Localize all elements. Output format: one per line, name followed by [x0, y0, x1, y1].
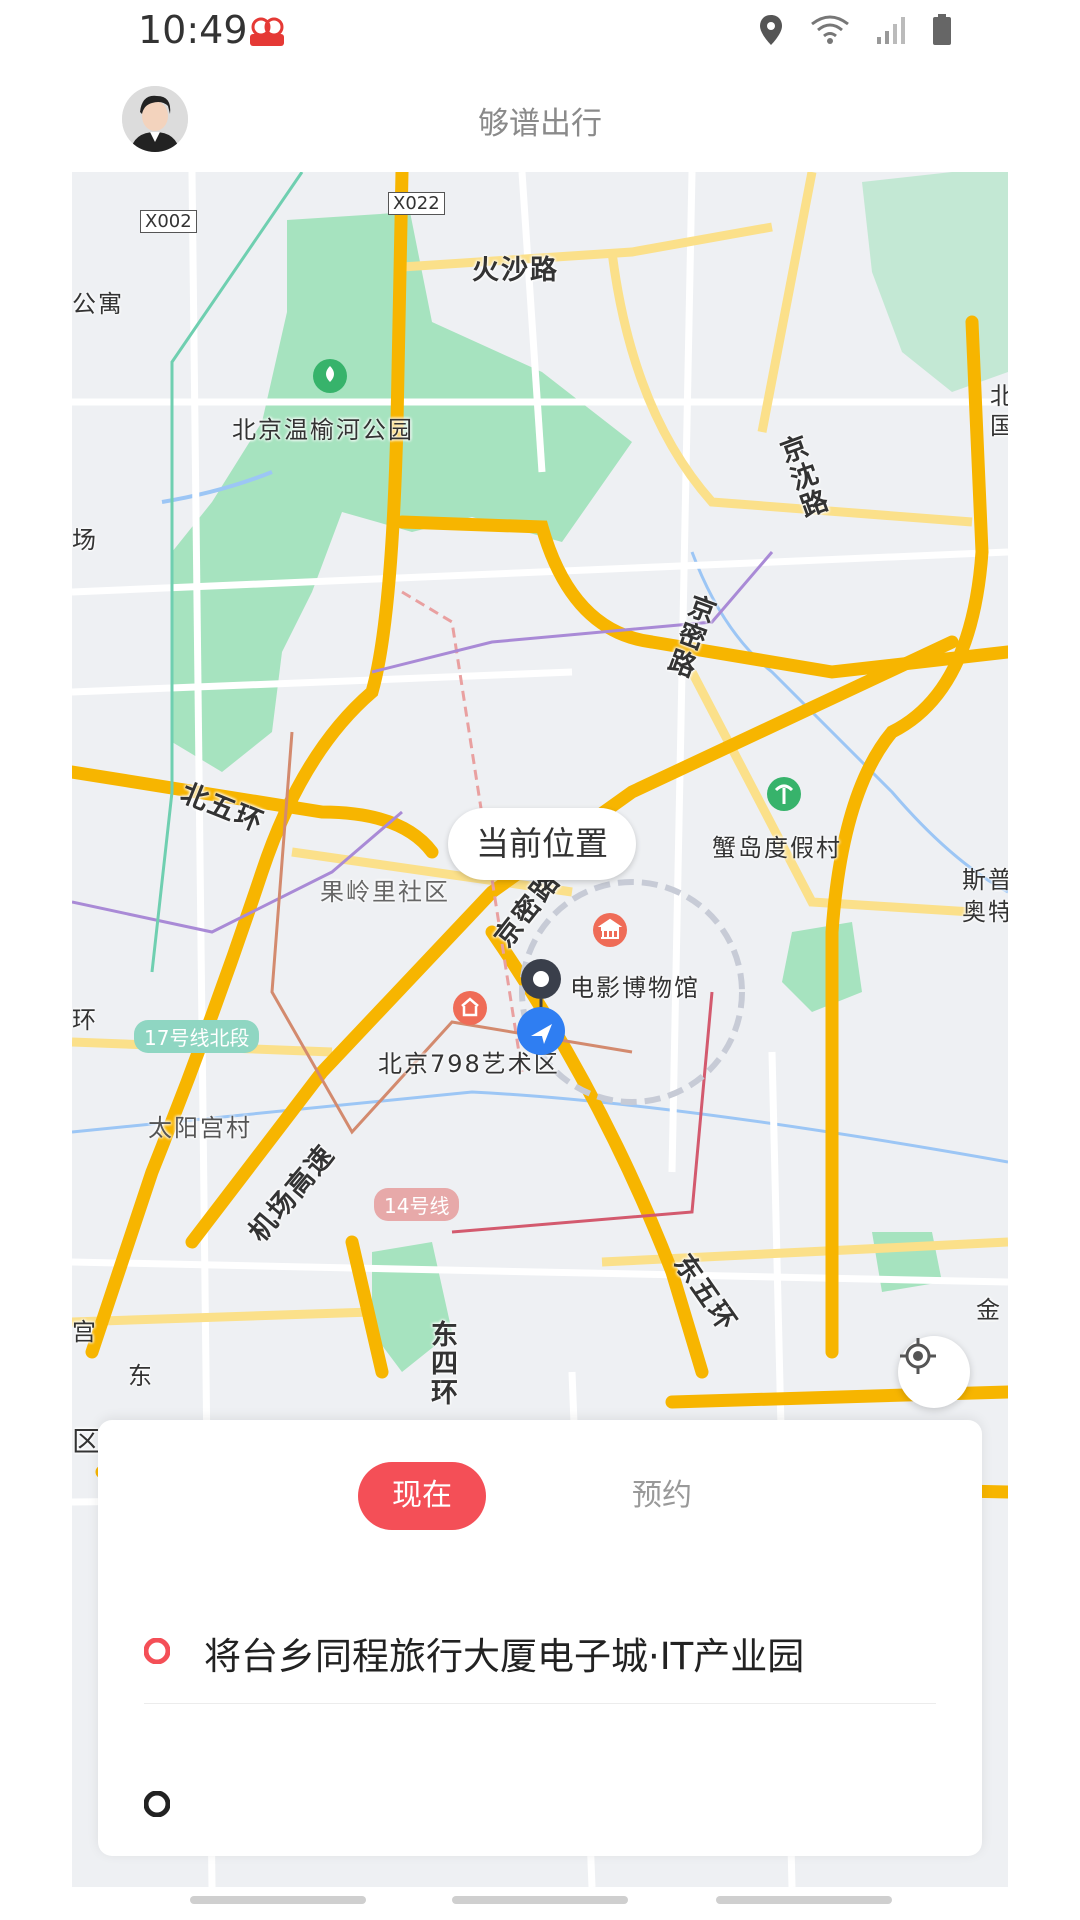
map-label-x022: X022 — [388, 192, 445, 215]
map-label-taiyanggong: 太阳宫村 — [148, 1114, 252, 1142]
pickup-row[interactable]: 将台乡同程旅行大厦电子城·IT产业园 — [143, 1600, 936, 1700]
tab-book[interactable]: 预约 — [598, 1462, 726, 1530]
map-label-xiedao-resort: 蟹岛度假村 — [712, 834, 842, 862]
locate-button[interactable] — [898, 1336, 970, 1408]
map-label-huosha-road: 火沙路 — [472, 255, 559, 286]
current-location-bubble[interactable]: 当前位置 — [448, 808, 636, 880]
user-location-icon — [516, 1006, 566, 1056]
divider — [144, 1703, 936, 1704]
map-label-guolingli: 果岭里社区 — [320, 878, 450, 906]
park-pin-icon[interactable] — [310, 358, 350, 402]
status-time: 10:49 — [138, 8, 248, 52]
status-bar: 10:49 — [0, 0, 1080, 64]
location-icon — [758, 14, 784, 46]
nav-handle-left[interactable] — [190, 1896, 366, 1904]
map-label-guo: 国 — [990, 412, 1008, 440]
app-title: 够谱出行 — [478, 106, 602, 142]
destination-dot-icon — [143, 1790, 171, 1818]
map-label-line14: 14号线 — [374, 1188, 460, 1221]
map-label-huan: 环 — [72, 1006, 98, 1034]
signal-icon — [876, 15, 906, 45]
map-label-sipu: 斯普 — [962, 866, 1008, 894]
tab-now[interactable]: 现在 — [358, 1462, 486, 1530]
resort-pin-icon[interactable] — [764, 776, 804, 820]
destination-row[interactable] — [143, 1753, 936, 1853]
museum-pin-icon[interactable] — [590, 912, 630, 956]
bottom-nav-handles — [0, 1896, 1080, 1908]
wifi-icon — [810, 14, 850, 46]
map-label-aote: 奥特 — [962, 898, 1008, 926]
map-label-x002: X002 — [140, 210, 197, 233]
map-label-film-museum: 电影博物馆 — [570, 974, 700, 1002]
pickup-location: 将台乡同程旅行大厦电子城·IT产业园 — [204, 1635, 805, 1678]
nav-handle-right[interactable] — [716, 1896, 892, 1904]
app-badge-icon — [248, 16, 286, 48]
map-label-wenyuhe-park: 北京温榆河公园 — [232, 416, 414, 444]
map-label-chang: 场 — [72, 526, 98, 554]
map-label-line17: 17号线北段 — [134, 1020, 260, 1053]
map-label-gong: 宫 — [72, 1318, 98, 1346]
art-district-pin-icon[interactable] — [450, 990, 490, 1034]
nav-handle-center[interactable] — [452, 1896, 628, 1904]
map-label-gongyu: 公寓 — [72, 290, 124, 318]
crosshair-icon — [900, 1338, 936, 1374]
map-label-dong: 东 — [128, 1362, 154, 1390]
pickup-dot-icon — [143, 1637, 171, 1665]
ride-panel: 现在 预约 将台乡同程旅行大厦电子城·IT产业园 — [98, 1420, 982, 1856]
map-label-jin: 金 — [976, 1296, 1002, 1324]
map-label-east-4th-ring: 东四环 — [426, 1320, 457, 1407]
battery-icon — [932, 14, 952, 46]
